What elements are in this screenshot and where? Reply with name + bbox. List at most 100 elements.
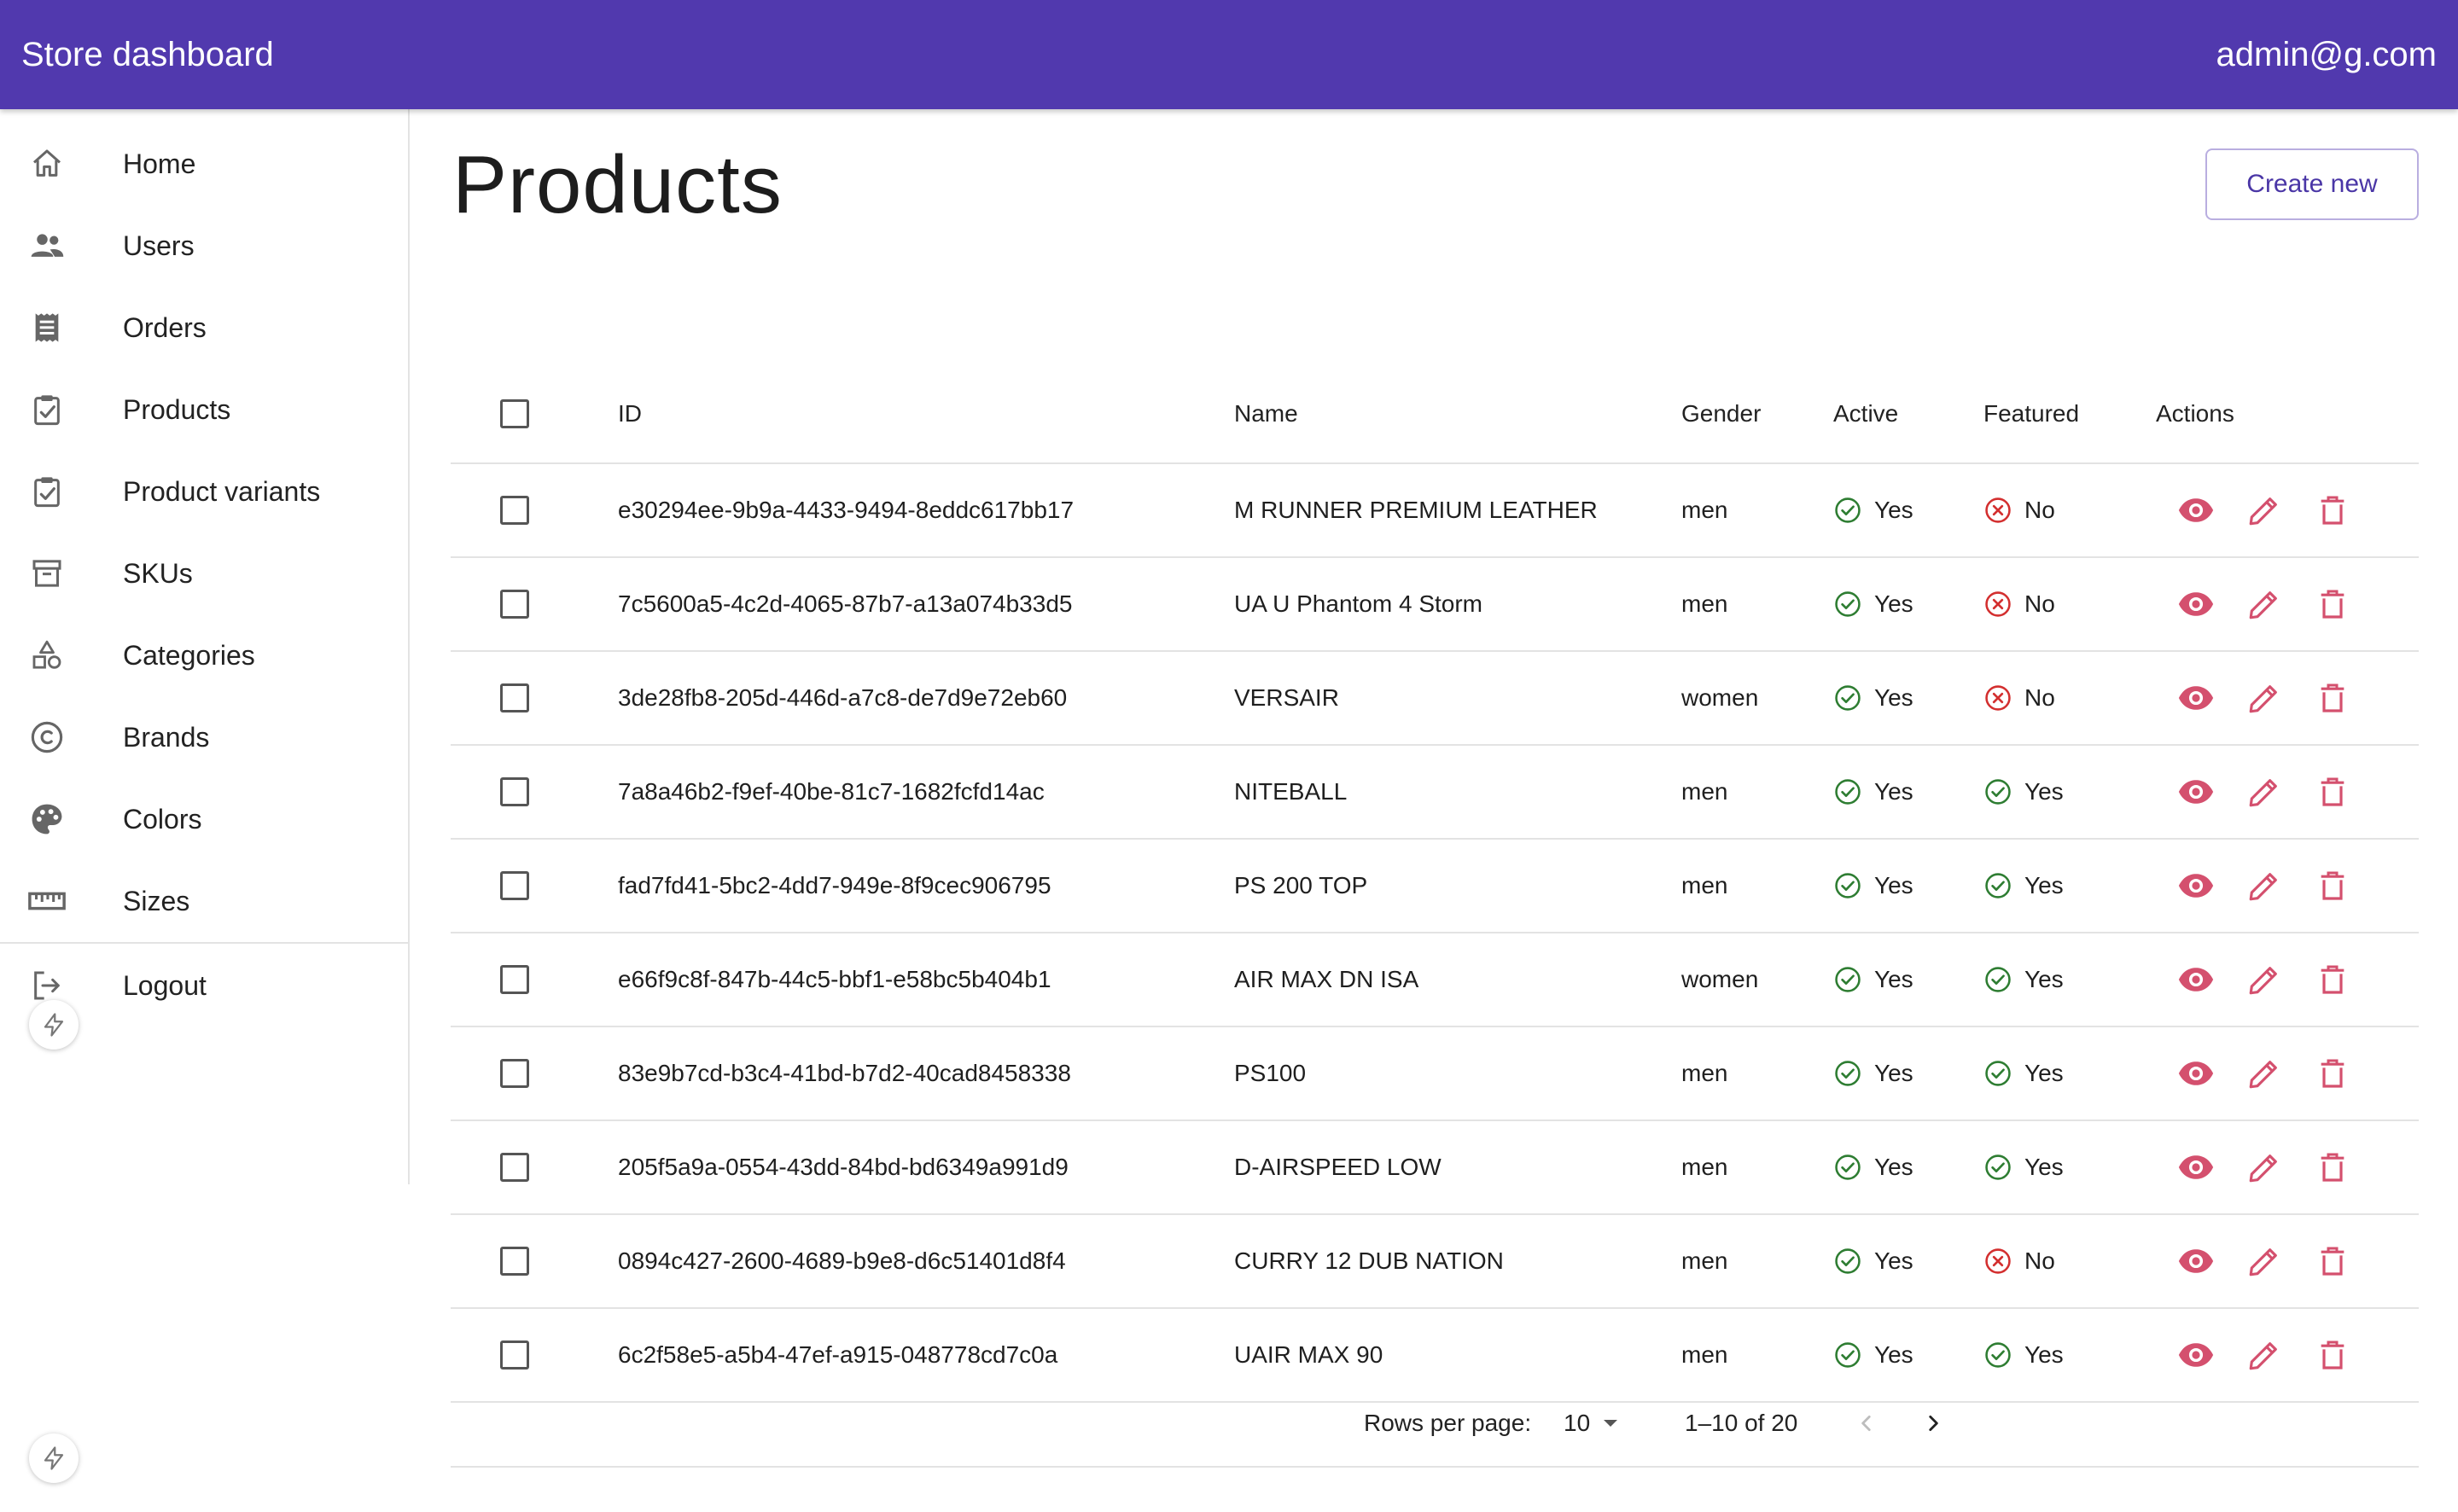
lightning-icon[interactable] xyxy=(29,1433,79,1483)
featured-value: No xyxy=(2024,590,2055,617)
trash-icon[interactable] xyxy=(2309,581,2356,627)
row-checkbox[interactable] xyxy=(500,965,529,994)
pencil-icon[interactable] xyxy=(2241,675,2287,721)
rows-per-page-select[interactable]: 10 xyxy=(1564,1379,1619,1468)
trash-icon[interactable] xyxy=(2309,487,2356,533)
row-checkbox[interactable] xyxy=(500,496,529,525)
eye-icon[interactable] xyxy=(2173,1332,2219,1378)
pencil-icon[interactable] xyxy=(2241,769,2287,815)
row-checkbox[interactable] xyxy=(500,590,529,619)
column-header-active[interactable]: Active xyxy=(1833,365,1898,462)
eye-icon[interactable] xyxy=(2173,957,2219,1003)
pencil-icon[interactable] xyxy=(2241,863,2287,909)
table-row[interactable]: 3de28fb8-205d-446d-a7c8-de7d9e72eb60 VERS… xyxy=(451,652,2419,746)
shapes-icon xyxy=(27,636,67,675)
sidebar-item-product-variants[interactable]: Product variants xyxy=(0,451,408,532)
column-header-featured[interactable]: Featured xyxy=(1983,365,2079,462)
trash-icon[interactable] xyxy=(2309,1144,2356,1190)
chevron-left-icon[interactable] xyxy=(1855,1379,1878,1468)
trash-icon[interactable] xyxy=(2309,863,2356,909)
active-value: Yes xyxy=(1874,1247,1913,1274)
sidebar-item-home[interactable]: Home xyxy=(0,123,408,205)
eye-icon[interactable] xyxy=(2173,675,2219,721)
column-header-name[interactable]: Name xyxy=(1234,365,1298,462)
sidebar-item-label: Products xyxy=(123,393,231,425)
sidebar-item-label: Categories xyxy=(123,639,255,671)
pencil-icon[interactable] xyxy=(2241,957,2287,1003)
table-row[interactable]: e30294ee-9b9a-4433-9494-8eddc617bb17 M RU… xyxy=(451,464,2419,558)
pencil-icon[interactable] xyxy=(2241,581,2287,627)
table-row[interactable]: 7a8a46b2-f9ef-40be-81c7-1682fcfd14ac NITE… xyxy=(451,746,2419,840)
pencil-icon[interactable] xyxy=(2241,1332,2287,1378)
table-row[interactable]: fad7fd41-5bc2-4dd7-949e-8f9cec906795 PS 2… xyxy=(451,840,2419,933)
row-checkbox[interactable] xyxy=(500,1153,529,1182)
select-all-checkbox[interactable] xyxy=(500,399,529,428)
palette-icon xyxy=(27,800,67,839)
trash-icon[interactable] xyxy=(2309,1332,2356,1378)
trash-icon[interactable] xyxy=(2309,957,2356,1003)
sidebar-item-categories[interactable]: Categories xyxy=(0,614,408,696)
cell-featured: No xyxy=(1983,1215,2055,1307)
eye-icon[interactable] xyxy=(2173,863,2219,909)
eye-icon[interactable] xyxy=(2173,1144,2219,1190)
sidebar-item-products[interactable]: Products xyxy=(0,369,408,451)
cell-id: 0894c427-2600-4689-b9e8-d6c51401d8f4 xyxy=(618,1247,1066,1274)
check-circle-icon xyxy=(1835,685,1861,711)
table-row[interactable]: 0894c427-2600-4689-b9e8-d6c51401d8f4 CURR… xyxy=(451,1215,2419,1309)
create-new-button[interactable]: Create new xyxy=(2205,148,2419,220)
pencil-icon[interactable] xyxy=(2241,1238,2287,1284)
chevron-right-icon[interactable] xyxy=(1922,1379,1944,1468)
eye-icon[interactable] xyxy=(2173,487,2219,533)
user-email[interactable]: admin@g.com xyxy=(2216,36,2437,74)
trash-icon[interactable] xyxy=(2309,675,2356,721)
column-header-gender[interactable]: Gender xyxy=(1681,365,1761,462)
sidebar-item-colors[interactable]: Colors xyxy=(0,778,408,860)
active-value: Yes xyxy=(1874,590,1913,617)
cell-gender: women xyxy=(1681,966,1759,992)
sidebar-item-label: Product variants xyxy=(123,475,321,507)
sidebar: Home Users Orders Products Product variants S… xyxy=(0,109,410,1184)
table-row[interactable]: 7c5600a5-4c2d-4065-87b7-a13a074b33d5 UA U… xyxy=(451,558,2419,652)
row-checkbox[interactable] xyxy=(500,871,529,900)
eye-icon[interactable] xyxy=(2173,1050,2219,1096)
column-header-id[interactable]: ID xyxy=(618,365,642,462)
trash-icon[interactable] xyxy=(2309,1238,2356,1284)
home-icon xyxy=(27,144,67,183)
row-checkbox[interactable] xyxy=(500,1059,529,1088)
check-circle-icon xyxy=(1835,591,1861,617)
trash-icon[interactable] xyxy=(2309,1050,2356,1096)
table-row[interactable]: 205f5a9a-0554-43dd-84bd-bd6349a991d9 D-AI… xyxy=(451,1121,2419,1215)
table-row[interactable]: e66f9c8f-847b-44c5-bbf1-e58bc5b404b1 AIR … xyxy=(451,933,2419,1027)
sidebar-item-logout[interactable]: Logout xyxy=(0,945,408,1026)
row-checkbox[interactable] xyxy=(500,1340,529,1370)
pencil-icon[interactable] xyxy=(2241,1050,2287,1096)
logout-icon xyxy=(27,966,67,1005)
sidebar-item-orders[interactable]: Orders xyxy=(0,287,408,369)
check-circle-icon xyxy=(1835,1154,1861,1180)
eye-icon[interactable] xyxy=(2173,1238,2219,1284)
row-checkbox[interactable] xyxy=(500,1247,529,1276)
sidebar-item-users[interactable]: Users xyxy=(0,205,408,287)
cell-name: UA U Phantom 4 Storm xyxy=(1234,590,1483,617)
eye-icon[interactable] xyxy=(2173,769,2219,815)
pencil-icon[interactable] xyxy=(2241,1144,2287,1190)
sidebar-item-skus[interactable]: SKUs xyxy=(0,532,408,614)
row-checkbox[interactable] xyxy=(500,683,529,712)
sidebar-item-sizes[interactable]: Sizes xyxy=(0,860,408,942)
pagination-range: 1–10 of 20 xyxy=(1685,1410,1798,1436)
column-header-actions: Actions xyxy=(2156,400,2234,427)
cell-id: 83e9b7cd-b3c4-41bd-b7d2-40cad8458338 xyxy=(618,1060,1071,1086)
cell-gender: men xyxy=(1681,778,1728,805)
trash-icon[interactable] xyxy=(2309,769,2356,815)
check-circle-icon xyxy=(1985,873,2011,898)
sidebar-item-brands[interactable]: Brands xyxy=(0,696,408,778)
eye-icon[interactable] xyxy=(2173,581,2219,627)
caret-down-icon xyxy=(1604,1420,1618,1427)
sidebar-item-label: Brands xyxy=(123,721,210,753)
table-row[interactable]: 83e9b7cd-b3c4-41bd-b7d2-40cad8458338 PS10… xyxy=(451,1027,2419,1121)
row-checkbox[interactable] xyxy=(500,777,529,806)
check-circle-icon xyxy=(1985,1342,2011,1368)
pencil-icon[interactable] xyxy=(2241,487,2287,533)
x-circle-icon xyxy=(1985,685,2011,711)
cell-id: 205f5a9a-0554-43dd-84bd-bd6349a991d9 xyxy=(618,1154,1069,1180)
